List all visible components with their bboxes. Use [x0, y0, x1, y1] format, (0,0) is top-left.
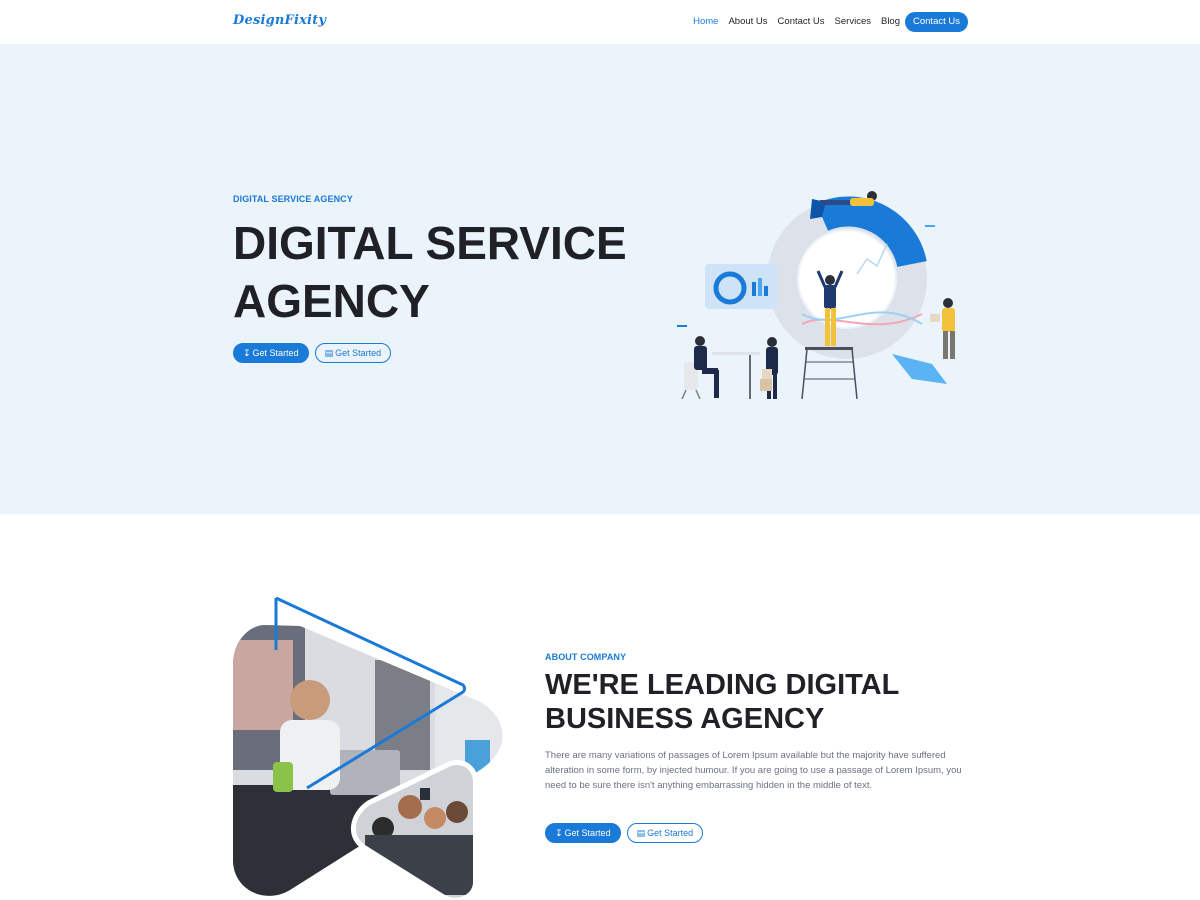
about-get-started-outline-button[interactable]: ▤ Get Started [626, 823, 704, 843]
about-get-started-label: Get Started [564, 828, 611, 838]
hero-section: DIGITAL SERVICE AGENCY DIGITAL SERVICE A… [0, 44, 1200, 514]
donut-segment-lightblue [892, 354, 947, 384]
nav-link-services[interactable]: Services [835, 12, 871, 32]
hero-get-started-outline-label: Get Started [335, 348, 382, 358]
about-title: WE'RE LEADING DIGITAL BUSINESS AGENCY [545, 669, 899, 735]
about-team-photo-collage [233, 596, 503, 900]
nav-link-about-us[interactable]: About Us [728, 12, 767, 32]
hero-get-started-button[interactable]: ↧ Get Started [233, 343, 309, 363]
main-nav: Home About Us Contact Us Services Blog C… [683, 12, 968, 32]
contact-us-button[interactable]: Contact Us [905, 12, 968, 32]
hero-eyebrow: DIGITAL SERVICE AGENCY [233, 194, 353, 204]
download-arrow-icon: ↧ [555, 828, 563, 838]
nav-link-contact-us[interactable]: Contact Us [778, 12, 825, 32]
hero-get-started-label: Get Started [252, 348, 299, 358]
nav-link-blog[interactable]: Blog [881, 12, 900, 32]
inbox-icon: ▤ [324, 348, 334, 358]
top-navbar: DesignFixity Home About Us Contact Us Se… [0, 0, 1200, 44]
hero-team-illustration [677, 191, 955, 399]
hero-get-started-outline-button[interactable]: ▤ Get Started [314, 343, 392, 363]
download-arrow-icon: ↧ [243, 348, 251, 358]
hero-button-row: ↧ Get Started ▤ Get Started [233, 343, 397, 363]
inbox-icon: ▤ [636, 828, 646, 838]
about-button-row: ↧ Get Started ▤ Get Started [545, 823, 709, 843]
hero-title: DIGITAL SERVICE AGENCY [233, 217, 627, 327]
brand-logo[interactable]: DesignFixity [233, 13, 326, 28]
about-description: There are many variations of passages of… [545, 750, 962, 792]
about-eyebrow: ABOUT COMPANY [545, 652, 627, 662]
nav-link-home[interactable]: Home [693, 12, 718, 32]
about-get-started-button[interactable]: ↧ Get Started [545, 823, 621, 843]
about-get-started-outline-label: Get Started [647, 828, 694, 838]
